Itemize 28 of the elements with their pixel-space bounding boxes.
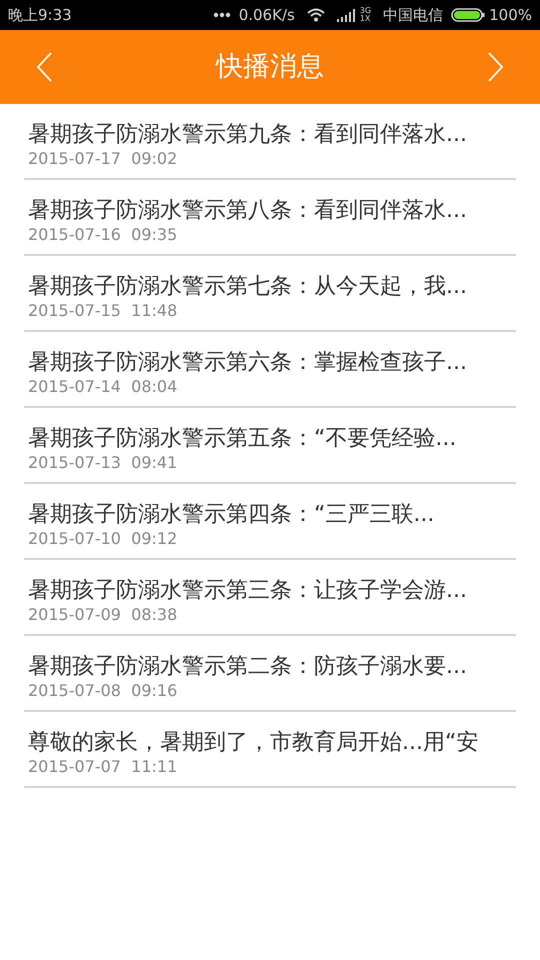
status-time: 晚上9:33 [8,4,72,26]
battery-icon [451,8,486,22]
news-date: 2015-07-14 08:04 [28,377,178,397]
news-date: 2015-07-13 09:41 [28,453,178,473]
network-speed: 0.06K/s [238,4,295,26]
news-title[interactable]: 暑期孩子防溺水警示第九条：看到同伴落水... [28,121,467,149]
page-title: 快播消息 [216,50,324,84]
news-title[interactable]: 暑期孩子防溺水警示第八条：看到同伴落水... [28,197,467,225]
news-title[interactable]: 暑期孩子防溺水警示第三条：让孩子学会游... [28,577,467,605]
news-date: 2015-07-17 09:02 [28,149,178,169]
battery-level: 100% [489,4,532,26]
news-date: 2015-07-08 09:16 [28,681,178,701]
news-title[interactable]: 暑期孩子防溺水警示第七条：从今天起，我... [28,273,467,301]
news-date: 2015-07-10 09:12 [28,529,178,549]
carrier-name: 中国电信 [383,4,444,26]
more-dots-icon [212,12,231,18]
news-title[interactable]: 暑期孩子防溺水警示第四条：“三严三联... [28,501,434,529]
network-type: 1X [360,15,372,23]
news-date: 2015-07-09 08:38 [28,605,178,625]
network-type: 3G [360,7,372,15]
news-date: 2015-07-16 09:35 [28,225,178,245]
wifi-icon [306,8,325,22]
news-title[interactable]: 暑期孩子防溺水警示第二条：防孩子溺水要... [28,653,467,681]
news-date: 2015-07-15 11:48 [28,301,178,321]
news-title[interactable]: 尊敬的家长，暑期到了，市教育局开始...用“安 [28,729,478,757]
news-title[interactable]: 暑期孩子防溺水警示第六条：掌握检查孩子... [28,349,467,377]
news-date: 2015-07-07 11:11 [28,757,178,777]
news-title[interactable]: 暑期孩子防溺水警示第五条：“不要凭经验... [28,425,456,453]
